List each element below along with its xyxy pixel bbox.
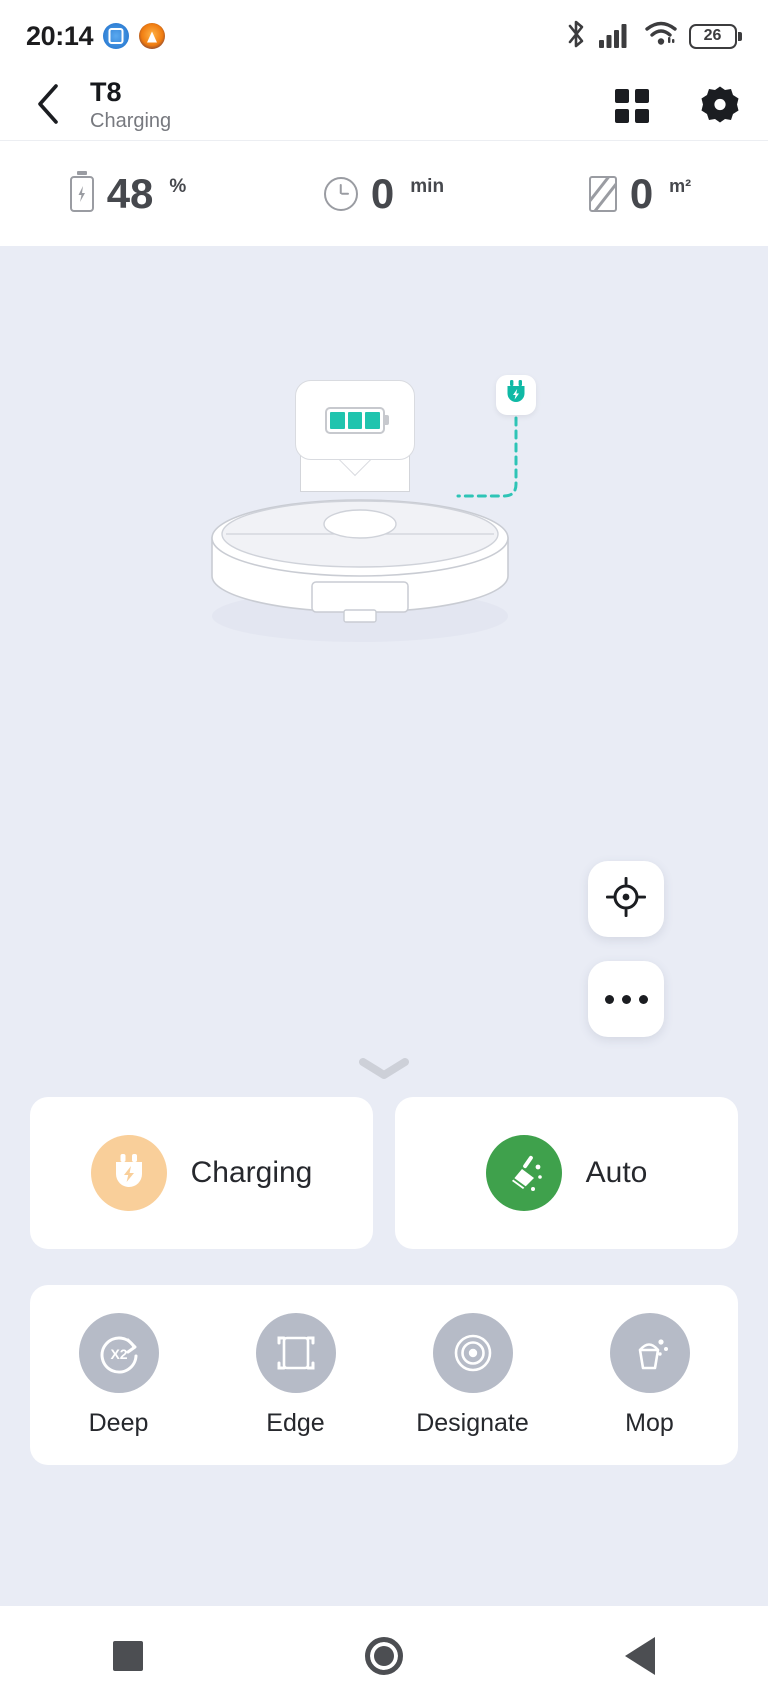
mode-mop[interactable]: Mop	[561, 1312, 738, 1438]
cellular-signal-icon	[598, 20, 633, 53]
battery-level-bubble-icon	[325, 406, 385, 434]
app-root: 20:14 26 T8 Charging 48 % 0 min 0 m² Cha…	[0, 0, 768, 1706]
battery-level-bubble	[295, 380, 415, 460]
card-charging[interactable]: Charging	[30, 1097, 373, 1249]
more-options-icon	[604, 994, 648, 1004]
clock-icon	[323, 176, 358, 211]
system-back-button[interactable]	[595, 1624, 685, 1688]
svg-text:X2: X2	[110, 1346, 127, 1362]
home-circle-icon	[365, 1637, 403, 1675]
back-button[interactable]	[26, 83, 70, 130]
panel-drag-handle[interactable]	[0, 1051, 768, 1091]
android-nav-bar	[0, 1606, 768, 1706]
stat-battery-unit: %	[169, 175, 187, 197]
edge-frame-icon	[255, 1312, 336, 1393]
mop-bucket-icon	[609, 1312, 690, 1393]
mode-edge-label: Edge	[266, 1408, 325, 1437]
power-plug-chip	[496, 375, 536, 415]
stat-area: 0 m²	[512, 169, 768, 217]
flame-icon	[139, 23, 166, 49]
stat-battery: 48 %	[0, 169, 256, 217]
messaging-icon	[103, 23, 130, 49]
recents-button[interactable]	[83, 1624, 173, 1688]
locate-crosshair-icon	[606, 876, 646, 922]
more-options-button[interactable]	[588, 961, 664, 1037]
status-bar-left: 20:14	[26, 20, 166, 52]
status-bar-right: 26	[564, 19, 742, 54]
mode-deep[interactable]: X2 Deep	[30, 1312, 207, 1438]
robot-vacuum-icon	[211, 499, 509, 642]
card-auto[interactable]: Auto	[395, 1097, 738, 1249]
stat-time-value: 0	[370, 169, 395, 217]
broom-icon	[485, 1135, 562, 1211]
bluetooth-icon	[564, 19, 588, 54]
grid-view-icon	[615, 89, 649, 123]
title-bar: T8 Charging	[0, 72, 768, 141]
action-cards: Charging Auto	[30, 1097, 738, 1249]
stat-time: 0 min	[256, 169, 512, 217]
gear-icon	[700, 84, 740, 129]
charging-plug-icon	[90, 1135, 167, 1211]
stat-battery-value: 48	[106, 169, 154, 217]
mode-buttons-row: X2 Deep Edge Designate Mop	[30, 1285, 738, 1465]
map-area[interactable]: Charging Auto X2 Deep Edge Designate Mop	[0, 246, 768, 1481]
mode-mop-label: Mop	[625, 1408, 674, 1437]
stats-row: 48 % 0 min 0 m²	[0, 141, 768, 246]
mode-edge[interactable]: Edge	[207, 1312, 384, 1438]
deep-x2-icon: X2	[78, 1312, 159, 1393]
status-bar: 20:14 26	[0, 0, 768, 72]
wifi-icon	[644, 20, 678, 53]
device-status-text: Charging	[90, 110, 172, 133]
power-plug-icon	[504, 379, 528, 411]
battery-icon	[69, 175, 94, 212]
stat-area-value: 0	[629, 169, 654, 217]
status-bar-battery-level: 26	[703, 27, 722, 44]
robot-illustration	[190, 366, 550, 666]
mode-designate[interactable]: Designate	[384, 1312, 561, 1438]
grid-view-button[interactable]	[610, 84, 654, 128]
device-title-block: T8 Charging	[90, 76, 172, 134]
mode-deep-label: Deep	[88, 1408, 149, 1437]
area-icon	[588, 175, 617, 212]
chevron-down-icon	[358, 1057, 410, 1086]
page-title: T8	[90, 76, 122, 107]
title-bar-actions	[610, 84, 742, 128]
stat-time-unit: min	[410, 175, 445, 197]
back-triangle-icon	[625, 1637, 655, 1675]
card-charging-label: Charging	[190, 1156, 313, 1189]
card-auto-label: Auto	[585, 1156, 648, 1189]
status-bar-clock: 20:14	[26, 20, 94, 51]
stat-area-unit: m²	[669, 175, 692, 196]
status-bar-battery: 26	[688, 23, 742, 49]
home-button[interactable]	[339, 1624, 429, 1688]
locate-robot-button[interactable]	[588, 861, 664, 937]
settings-button[interactable]	[698, 84, 742, 128]
mode-designate-label: Designate	[416, 1408, 529, 1437]
recents-square-icon	[113, 1641, 143, 1671]
designate-target-icon	[432, 1312, 513, 1393]
back-chevron-icon	[35, 83, 61, 130]
